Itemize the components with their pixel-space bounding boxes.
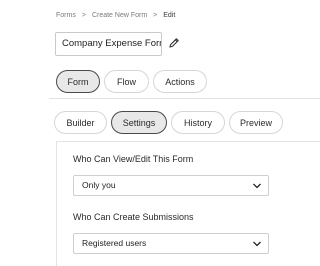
tab-preview[interactable]: Preview — [229, 111, 283, 134]
view-edit-select[interactable]: Only you — [73, 175, 269, 196]
chevron-down-icon — [253, 183, 261, 189]
tabs-divider — [49, 98, 320, 99]
tab-actions[interactable]: Actions — [153, 70, 207, 93]
breadcrumb-separator: > — [81, 12, 86, 19]
view-edit-label: Who Can View/Edit This Form — [73, 154, 194, 164]
breadcrumb-forms[interactable]: Forms — [56, 12, 76, 19]
view-edit-value: Only you — [82, 180, 116, 190]
create-submissions-value: Registered users — [82, 238, 147, 248]
tab-settings[interactable]: Settings — [111, 111, 167, 134]
create-submissions-select[interactable]: Registered users — [73, 233, 269, 254]
tab-form[interactable]: Form — [56, 70, 100, 93]
tab-builder[interactable]: Builder — [54, 111, 107, 134]
tab-flow[interactable]: Flow — [104, 70, 149, 93]
chevron-down-icon — [253, 241, 261, 247]
form-title-field[interactable]: Company Expense Form — [55, 32, 162, 56]
create-submissions-label: Who Can Create Submissions — [73, 212, 194, 222]
pencil-icon[interactable] — [167, 36, 181, 50]
breadcrumb: Forms > Create New Form > Edit — [56, 12, 175, 19]
tab-history[interactable]: History — [171, 111, 225, 134]
breadcrumb-create-new-form[interactable]: Create New Form — [92, 12, 147, 19]
breadcrumb-separator: > — [153, 12, 158, 19]
breadcrumb-edit: Edit — [163, 12, 176, 19]
